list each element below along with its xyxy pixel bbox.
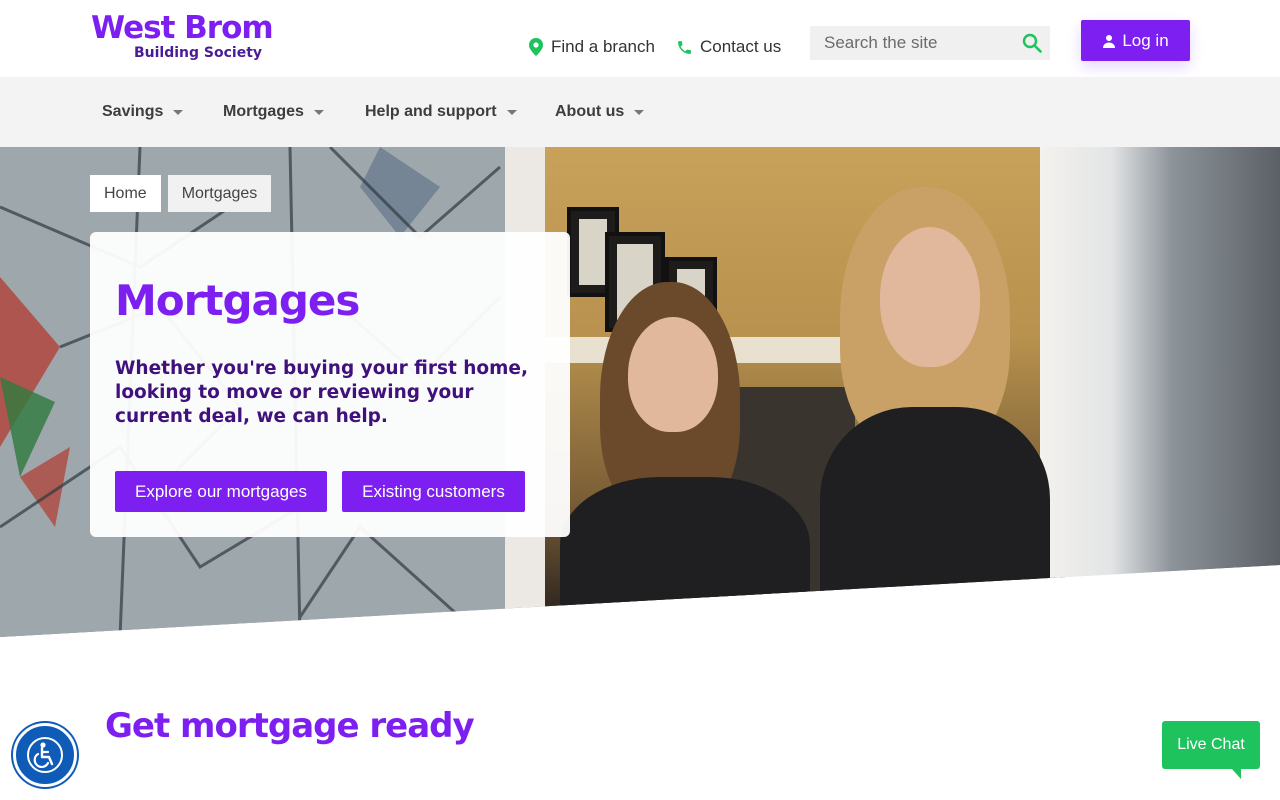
brand-logo[interactable]: West Brom Building Society [91,10,296,66]
person-left [560,267,820,637]
section-title: Get mortgage ready [105,706,475,746]
nav-item-savings[interactable]: Savings [102,77,184,147]
search-button[interactable] [1022,33,1042,53]
hero-card: Mortgages Whether you're buying your fir… [90,232,570,537]
search-input[interactable] [810,26,1015,60]
caret-down-icon [173,109,184,115]
brand-name: West Brom [91,10,274,46]
site-search [810,26,1050,60]
nav-item-mortgages[interactable]: Mortgages [223,77,324,147]
accessibility-button[interactable] [13,723,77,787]
main-navigation: Savings Mortgages Help and support About… [0,77,1280,147]
user-icon [1103,34,1116,48]
find-branch-label: Find a branch [551,37,655,56]
brand-subtitle: Building Society [134,45,263,61]
breadcrumb-home[interactable]: Home [90,175,161,212]
breadcrumb: Home Mortgages [90,175,272,212]
phone-icon [678,40,691,54]
site-header: West Brom Building Society Find a branch… [0,0,1280,77]
nav-item-help-and-support[interactable]: Help and support [365,77,517,147]
log-in-label: Log in [1122,30,1169,50]
existing-customers-button[interactable]: Existing customers [342,471,525,512]
explore-mortgages-button[interactable]: Explore our mortgages [115,471,327,512]
search-icon [1022,33,1042,53]
breadcrumb-mortgages[interactable]: Mortgages [167,175,272,212]
accessibility-icon [27,737,63,773]
person-right [820,187,1080,637]
contact-us-label: Contact us [700,37,782,56]
hero-description: Whether you're buying your first home, l… [115,358,528,427]
nav-item-about-us[interactable]: About us [555,77,645,147]
nav-item-label: Help and support [365,103,497,120]
nav-item-label: Mortgages [223,103,304,120]
log-in-button[interactable]: Log in [1081,20,1190,61]
caret-down-icon [506,109,517,115]
caret-down-icon [313,109,324,115]
chat-bubble-tail [1231,768,1241,779]
page-title: Mortgages [115,276,360,325]
contact-us-link[interactable]: Contact us [676,36,781,58]
nav-item-label: About us [555,103,625,120]
location-pin-icon [529,38,543,56]
find-branch-link[interactable]: Find a branch [528,36,655,58]
nav-item-label: Savings [102,103,164,120]
live-chat-button[interactable]: Live Chat [1162,721,1260,769]
caret-down-icon [634,109,645,115]
